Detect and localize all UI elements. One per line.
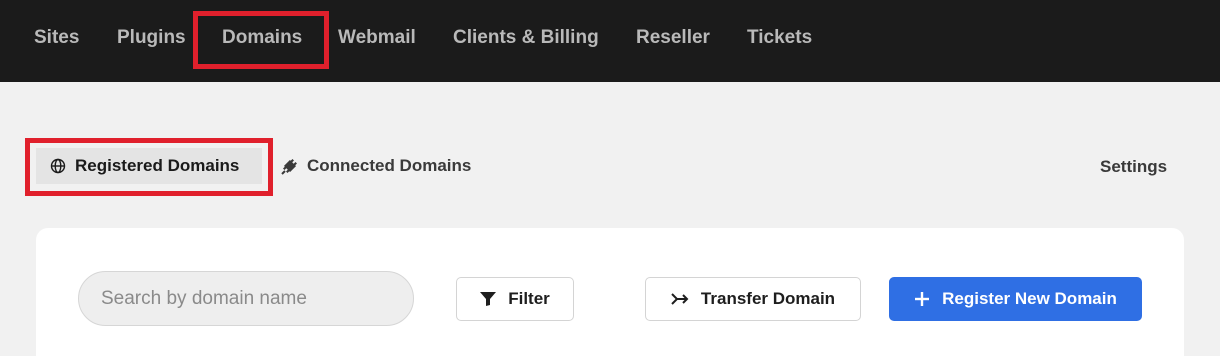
transfer-domain-button[interactable]: Transfer Domain <box>645 277 861 321</box>
settings-link[interactable]: Settings <box>1100 157 1167 177</box>
transfer-arrow-icon <box>671 292 689 306</box>
filter-funnel-icon <box>480 292 497 306</box>
tab-connected-domains-label: Connected Domains <box>307 156 472 175</box>
plus-icon <box>914 291 930 307</box>
register-new-domain-label: Register New Domain <box>942 289 1117 308</box>
plug-icon <box>281 157 299 175</box>
register-new-domain-button[interactable]: Register New Domain <box>889 277 1142 321</box>
tab-connected-domains[interactable]: Connected Domains <box>281 148 471 184</box>
top-navigation-bar: Sites Plugins Domains Webmail Clients & … <box>0 0 1220 82</box>
filter-button-label: Filter <box>508 289 550 308</box>
nav-item-tickets[interactable]: Tickets <box>747 27 812 49</box>
search-input[interactable] <box>78 271 414 326</box>
transfer-domain-label: Transfer Domain <box>700 289 836 308</box>
domains-highlight-box <box>193 11 329 69</box>
nav-item-sites[interactable]: Sites <box>34 27 79 49</box>
registered-domains-highlight-box <box>25 138 273 196</box>
nav-item-webmail[interactable]: Webmail <box>338 27 416 49</box>
nav-item-clients-billing[interactable]: Clients & Billing <box>453 27 599 49</box>
nav-item-plugins[interactable]: Plugins <box>117 27 186 49</box>
nav-item-reseller[interactable]: Reseller <box>636 27 710 49</box>
filter-button[interactable]: Filter <box>456 277 574 321</box>
